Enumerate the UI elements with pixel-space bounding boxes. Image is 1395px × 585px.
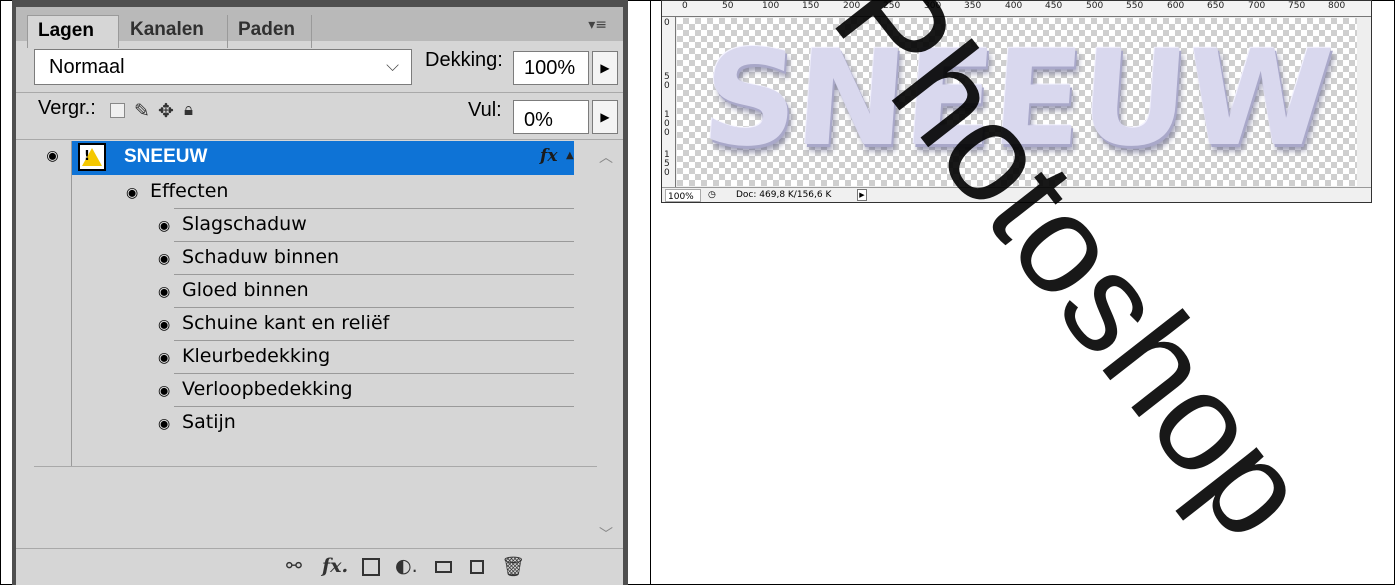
eye-icon[interactable]: ◉ [158, 243, 176, 275]
lock-position-icon[interactable]: ✥ [158, 100, 174, 122]
eye-icon[interactable]: ◉ [158, 210, 176, 242]
effect-item[interactable]: ◉ Satijn [158, 406, 236, 438]
effect-label: Schaduw binnen [182, 246, 340, 268]
lock-label: Vergr.: [38, 97, 96, 119]
effect-label: Gloed binnen [182, 279, 309, 301]
eye-icon[interactable]: ◉ [158, 276, 176, 308]
blend-mode-value: Normaal [49, 56, 125, 78]
panel-menu-icon[interactable]: ▾≡ [588, 17, 607, 33]
effect-item[interactable]: ◉ Slagschaduw [158, 208, 307, 240]
collapse-arrow-icon[interactable]: ▲ [566, 150, 574, 161]
effect-item[interactable]: ◉ Kleurbedekking [158, 340, 330, 372]
vertical-ruler: 0 50 100 150 [662, 17, 676, 187]
effects-header[interactable]: ◉ Effecten [126, 175, 228, 207]
fill-label: Vul: [468, 99, 502, 121]
fill-slider-button[interactable]: ▶ [592, 100, 618, 134]
new-layer-icon[interactable] [470, 560, 484, 574]
scroll-up-icon[interactable]: ︿ [599, 147, 613, 167]
eye-icon[interactable]: ◉ [158, 408, 176, 440]
adjustment-layer-icon[interactable]: ◐. [395, 555, 418, 577]
effect-item[interactable]: ◉ Schuine kant en reliëf [158, 307, 389, 339]
effect-label: Verloopbedekking [182, 378, 353, 400]
divider [16, 92, 623, 93]
ruler-tick: 100 [664, 110, 670, 138]
ruler-tick: 0 [682, 1, 688, 11]
effect-label: Satijn [182, 411, 236, 433]
ruler-tick: 700 [1248, 1, 1266, 11]
tab-paden[interactable]: Paden [228, 15, 312, 48]
ruler-tick: 550 [1126, 1, 1144, 11]
status-icon: ◷ [708, 190, 716, 200]
warning-mark-icon: ! [84, 149, 90, 164]
zoom-input[interactable]: 100% [665, 189, 701, 202]
visibility-column [34, 141, 72, 466]
opacity-input[interactable]: 100% [513, 51, 589, 85]
layer-row-sneeuw[interactable]: ◉ ! SNEEUW fx ▲ [34, 141, 574, 175]
ruler-tick: 650 [1207, 1, 1225, 11]
ruler-tick: 450 [1045, 1, 1063, 11]
layers-panel: Lagen Kanalen Paden ▾≡ Normaal ⌵ Dekking… [12, 0, 628, 585]
tab-kanalen[interactable]: Kanalen [120, 15, 228, 48]
effect-item[interactable]: ◉ Schaduw binnen [158, 241, 339, 273]
fill-input[interactable]: 0% [513, 100, 589, 134]
panel-bottom-toolbar: ⚯ fx. ◐. 🗑︎ [16, 548, 623, 585]
trash-icon[interactable]: 🗑︎ [501, 555, 525, 578]
blend-mode-select[interactable]: Normaal ⌵ [34, 49, 412, 85]
ruler-tick: 800 [1328, 1, 1346, 11]
ruler-tick: 150 [802, 1, 820, 11]
ruler-tick: 150 [664, 150, 670, 178]
ruler-tick: 400 [1005, 1, 1023, 11]
lock-transparency-icon[interactable] [110, 103, 125, 118]
fx-icon[interactable]: fx [540, 146, 557, 166]
effects-label: Effecten [150, 180, 229, 202]
vertical-scrollbar[interactable]: ︿ ﹀ [597, 141, 619, 543]
scroll-down-icon[interactable]: ﹀ [599, 524, 613, 544]
eye-icon[interactable]: ◉ [126, 177, 144, 209]
status-menu-button[interactable]: ▶ [857, 189, 867, 201]
effect-item[interactable]: ◉ Verloopbedekking [158, 373, 353, 405]
ruler-tick: 100 [762, 1, 780, 11]
effect-label: Slagschaduw [182, 213, 307, 235]
ruler-tick: 750 [1288, 1, 1306, 11]
ruler-tick: 500 [1086, 1, 1104, 11]
ruler-tick: 50 [664, 72, 670, 91]
folder-icon[interactable] [435, 561, 452, 573]
horizontal-ruler: 0 50 100 150 200 250 300 350 400 450 500… [662, 1, 1371, 17]
ruler-tick: 50 [722, 1, 734, 11]
effect-label: Schuine kant en reliëf [182, 312, 390, 334]
panel-tab-bar: Lagen Kanalen Paden ▾≡ [16, 0, 623, 48]
chevron-down-icon: ⌵ [386, 56, 399, 76]
lock-paint-icon[interactable]: ✎ [134, 100, 150, 122]
eye-icon[interactable]: ◉ [34, 141, 72, 175]
ruler-tick: 600 [1167, 1, 1185, 11]
tab-lagen[interactable]: Lagen [27, 15, 119, 48]
eye-icon[interactable]: ◉ [158, 375, 176, 407]
eye-icon[interactable]: ◉ [158, 342, 176, 374]
opacity-label: Dekking: [425, 49, 503, 71]
opacity-slider-button[interactable]: ▶ [592, 51, 618, 85]
document-info: Doc: 469,8 K/156,6 K [736, 190, 832, 200]
effect-item[interactable]: ◉ Gloed binnen [158, 274, 309, 306]
link-icon[interactable]: ⚯ [286, 555, 302, 577]
divider [34, 466, 597, 467]
lock-all-icon[interactable]: 🔒︎ [184, 100, 193, 120]
add-mask-icon[interactable] [362, 558, 380, 576]
ruler-tick: 0 [664, 18, 670, 28]
eye-icon[interactable]: ◉ [158, 309, 176, 341]
divider [16, 139, 623, 140]
fx-icon[interactable]: fx. [322, 555, 348, 577]
layer-name: SNEEUW [124, 146, 208, 167]
effect-label: Kleurbedekking [182, 345, 331, 367]
layer-list: ◉ ! SNEEUW fx ▲ ◉ Effecten ◉ Slagschaduw… [34, 141, 619, 543]
